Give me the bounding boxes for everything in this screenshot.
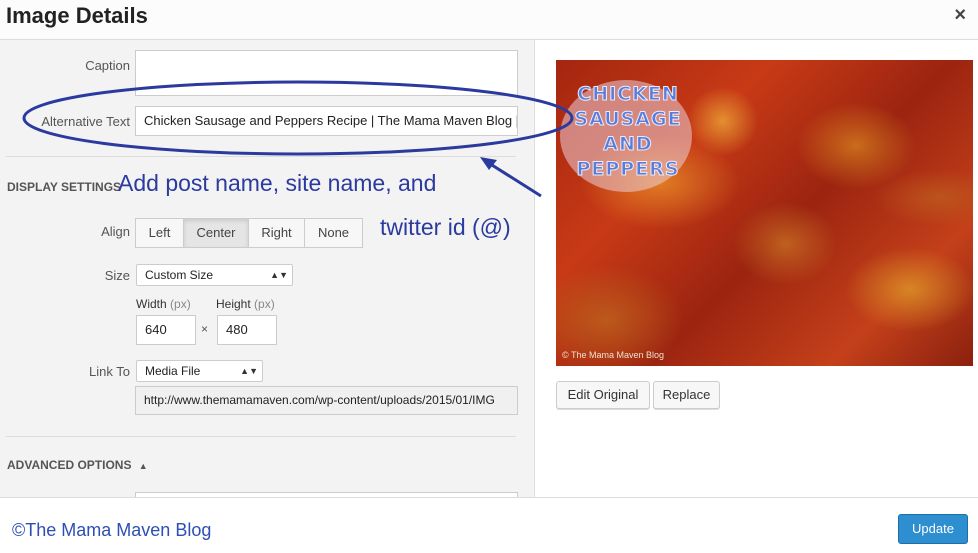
- dialog-title: Image Details: [6, 3, 148, 28]
- divider: [6, 436, 516, 437]
- advanced-options-label: ADVANCED OPTIONS: [7, 458, 132, 472]
- copyright-text: ©The Mama Maven Blog: [12, 520, 212, 540]
- caret-up-icon: ▲: [138, 461, 148, 471]
- align-label: Align: [101, 224, 130, 239]
- size-select-value: Custom Size: [145, 268, 214, 282]
- height-input[interactable]: 480: [217, 315, 277, 345]
- alt-text-label: Alternative Text: [41, 114, 130, 129]
- settings-panel: Caption Alternative Text Chicken Sausage…: [0, 40, 535, 497]
- align-center-button[interactable]: Center: [184, 219, 249, 247]
- size-label: Size: [104, 268, 130, 283]
- alt-text-input[interactable]: Chicken Sausage and Peppers Recipe | The…: [135, 106, 518, 136]
- replace-button[interactable]: Replace: [653, 381, 720, 409]
- update-button[interactable]: Update: [898, 514, 968, 544]
- link-url-input[interactable]: http://www.themamamaven.com/wp-content/u…: [135, 386, 518, 415]
- align-button-group: Left Center Right None: [135, 218, 363, 248]
- times-symbol: ×: [201, 322, 209, 336]
- align-right-button[interactable]: Right: [249, 219, 305, 247]
- divider: [6, 156, 516, 157]
- advanced-options-toggle[interactable]: ADVANCED OPTIONS ▲: [7, 458, 148, 472]
- caption-label: Caption: [85, 58, 130, 73]
- image-preview-panel: CHICKEN SAUSAGE AND PEPPERS © The Mama M…: [536, 40, 978, 497]
- link-to-select-value: Media File: [145, 364, 201, 378]
- image-watermark: © The Mama Maven Blog: [562, 350, 665, 360]
- annotation-line-1: Add post name, site name, and: [118, 170, 437, 196]
- dialog-header: Image Details ×: [0, 0, 978, 40]
- select-arrows-icon: ▲▼: [270, 270, 288, 280]
- width-label: Width (px): [136, 297, 191, 311]
- edit-original-button[interactable]: Edit Original: [556, 381, 650, 409]
- annotation-line-2: twitter id (@): [380, 214, 511, 240]
- size-select[interactable]: Custom Size ▲▼: [136, 264, 293, 286]
- width-input[interactable]: 640: [136, 315, 196, 345]
- dialog-footer: ©The Mama Maven Blog Update: [0, 497, 978, 553]
- image-title-overlay: CHICKEN SAUSAGE AND PEPPERS: [574, 83, 682, 181]
- link-to-label: Link To: [89, 364, 130, 379]
- align-left-button[interactable]: Left: [136, 219, 184, 247]
- height-label: Height (px): [216, 297, 275, 311]
- select-arrows-icon: ▲▼: [240, 366, 258, 376]
- display-settings-heading: DISPLAY SETTINGS: [7, 180, 122, 194]
- caption-textarea[interactable]: [135, 50, 518, 96]
- link-to-select[interactable]: Media File ▲▼: [136, 360, 263, 382]
- image-preview: CHICKEN SAUSAGE AND PEPPERS © The Mama M…: [556, 60, 973, 366]
- align-none-button[interactable]: None: [305, 219, 362, 247]
- close-icon[interactable]: ×: [954, 4, 966, 27]
